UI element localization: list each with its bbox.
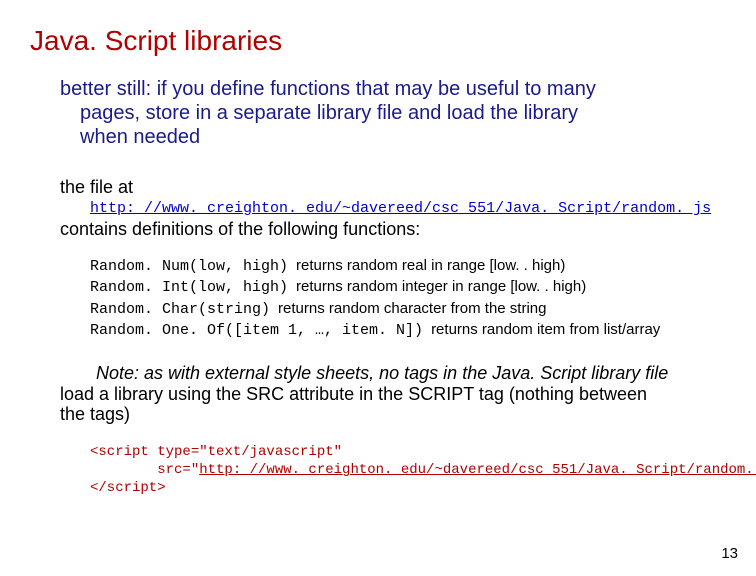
function-signature: Random. Char(string) xyxy=(90,300,270,320)
function-description: returns random character from the string xyxy=(278,299,546,319)
function-description: returns random real in range [low. . hig… xyxy=(296,256,565,276)
intro-line-2: pages, store in a separate library file … xyxy=(80,102,578,124)
function-list: Random. Num(low, high) returns random re… xyxy=(90,256,726,341)
function-row: Random. Char(string) returns random char… xyxy=(90,299,726,320)
code-line-2-prefix: src=" xyxy=(90,462,199,478)
function-signature: Random. Int(low, high) xyxy=(90,278,288,298)
load-line-2: the tags) xyxy=(60,404,130,424)
code-line-3: </script> xyxy=(90,480,166,496)
function-description: returns random integer in range [low. . … xyxy=(296,277,586,297)
function-signature: Random. One. Of([item 1, …, item. N]) xyxy=(90,321,423,341)
function-description: returns random item from list/array xyxy=(431,320,660,340)
intro-line-3: when needed xyxy=(80,126,200,148)
note-text: Note: as with external style sheets, no … xyxy=(96,363,726,384)
function-row: Random. Int(low, high) returns random in… xyxy=(90,277,726,298)
file-at-label: the file at xyxy=(60,177,726,198)
code-src-url: http: //www. creighton. edu/~davereed/cs… xyxy=(199,462,756,478)
intro-paragraph: better still: if you define functions th… xyxy=(60,77,726,149)
slide-title: Java. Script libraries xyxy=(30,25,726,57)
library-url-link[interactable]: http: //www. creighton. edu/~davereed/cs… xyxy=(90,200,726,217)
contains-text: contains definitions of the following fu… xyxy=(60,219,726,240)
function-signature: Random. Num(low, high) xyxy=(90,257,288,277)
function-row: Random. One. Of([item 1, …, item. N]) re… xyxy=(90,320,726,341)
intro-line-1: better still: if you define functions th… xyxy=(60,78,596,100)
load-instruction: load a library using the SRC attribute i… xyxy=(60,384,726,425)
code-example: <script type="text/javascript" src="http… xyxy=(90,443,726,498)
function-row: Random. Num(low, high) returns random re… xyxy=(90,256,726,277)
code-line-1: <script type="text/javascript" xyxy=(90,444,342,460)
load-line-1: load a library using the SRC attribute i… xyxy=(60,384,647,404)
page-number: 13 xyxy=(721,545,738,562)
